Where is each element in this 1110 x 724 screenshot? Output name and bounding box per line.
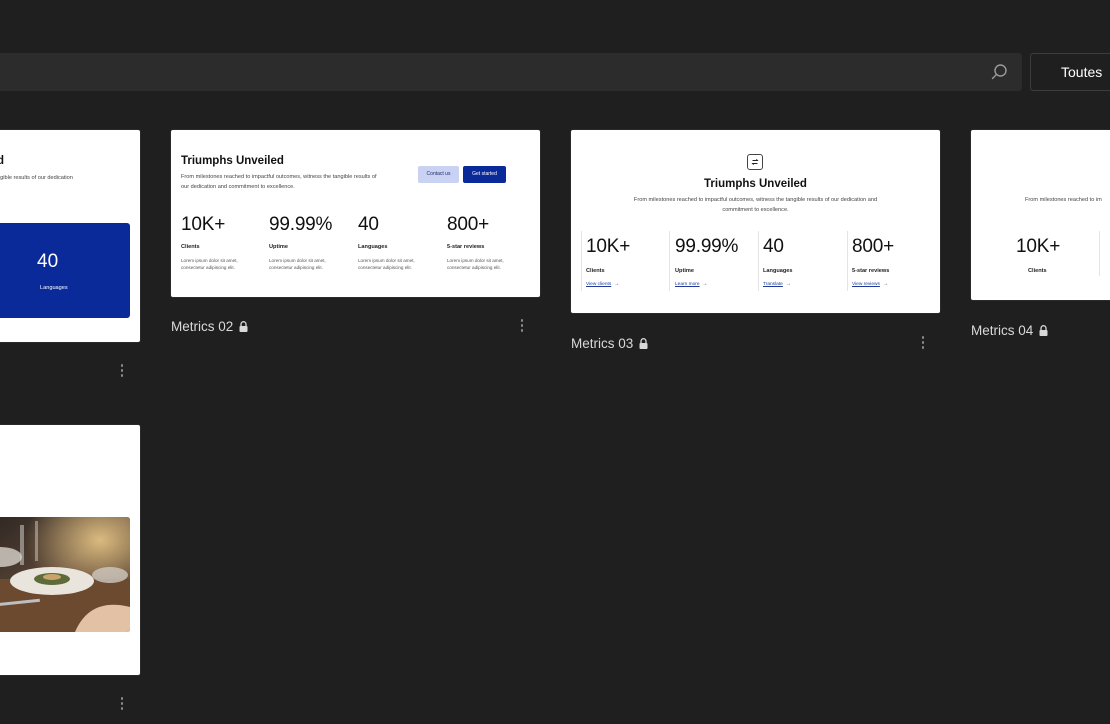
lock-icon (639, 338, 648, 349)
stat-value: 10K+ (586, 236, 631, 257)
stat-label: Uptime (675, 268, 694, 274)
swap-icon (747, 154, 763, 170)
preview-description: From milestones reached to im (1025, 197, 1102, 203)
stat-link: Translate → (763, 282, 791, 287)
lock-icon (239, 321, 248, 332)
preview-title: Triumphs Unveiled (704, 178, 807, 190)
card-name: Metrics 03 (571, 336, 634, 351)
pattern-card-metrics-01[interactable]: d ngible results of our dedication 40 La… (0, 130, 140, 342)
stat-divider (669, 231, 670, 291)
stat-label: Clients (1028, 268, 1047, 274)
highlight-value: 40 (37, 251, 59, 272)
stat-value: 99.99% (675, 236, 739, 257)
stat-label: 5-star reviews (447, 244, 485, 250)
get-started-button: Get started (463, 166, 506, 183)
stat-value: 10K+ (1016, 236, 1061, 257)
stat-link: View clients → (586, 282, 620, 287)
pattern-card-metrics-03[interactable]: Triumphs Unveiled From milestones reache… (571, 130, 940, 313)
stat-value: 10K+ (181, 214, 226, 235)
stat-value: 800+ (852, 236, 894, 257)
stat-label: Clients (586, 268, 605, 274)
card-name: Metrics 04 (971, 323, 1034, 338)
stat-divider (847, 231, 848, 291)
stat-description: Lorem ipsum dolor sit amet, consectetur … (181, 258, 238, 270)
stat-divider (758, 231, 759, 291)
contact-us-button: Contact us (418, 166, 459, 183)
stat-label: Languages (358, 244, 388, 250)
lock-icon (1039, 325, 1048, 336)
stat-value: 40 (763, 236, 784, 257)
highlight-stat-box: 40 Languages (0, 223, 130, 318)
filter-label: Toutes (1061, 64, 1103, 80)
restaurant-photo (0, 517, 130, 632)
preview-description: From milestones reached to impactful out… (633, 197, 878, 213)
preview-title: d (0, 155, 5, 167)
stat-value: 40 (358, 214, 379, 235)
stat-description: Lorem ipsum dolor sit amet, consectetur … (358, 258, 415, 270)
stat-label: Uptime (269, 244, 288, 250)
stat-value: 99.99% (269, 214, 333, 235)
stat-link: View reviews → (852, 282, 888, 287)
stat-description: Lorem ipsum dolor sit amet, consectetur … (447, 258, 504, 270)
stat-label: Clients (181, 244, 200, 250)
card-title[interactable]: Metrics 04 (971, 323, 1048, 338)
preview-description: From milestones reached to impactful out… (181, 174, 377, 190)
stat-divider (581, 231, 582, 291)
filter-dropdown[interactable]: Toutes (1030, 53, 1110, 91)
stat-label: Languages (763, 268, 793, 274)
search-icon[interactable] (989, 62, 1009, 82)
stat-link: Learn more → (675, 282, 708, 287)
pattern-card-metrics-04[interactable]: From milestones reached to im 10K+ Clien… (971, 130, 1110, 300)
more-options-icon[interactable] (119, 697, 125, 713)
highlight-label: Languages (40, 285, 68, 291)
search-input[interactable] (0, 53, 1022, 91)
pattern-card-image[interactable] (0, 425, 140, 675)
stat-value: 800+ (447, 214, 489, 235)
card-name: Metrics 02 (171, 319, 234, 334)
stat-description: Lorem ipsum dolor sit amet, consectetur … (269, 258, 326, 270)
more-options-icon[interactable] (920, 336, 926, 352)
stat-divider (1099, 231, 1100, 276)
more-options-icon[interactable] (119, 364, 125, 380)
more-options-icon[interactable] (519, 319, 525, 335)
pattern-card-metrics-02[interactable]: Triumphs Unveiled From milestones reache… (171, 130, 540, 297)
preview-description: ngible results of our dedication (0, 175, 73, 181)
card-title[interactable]: Metrics 02 (171, 319, 248, 334)
card-title[interactable]: Metrics 03 (571, 336, 648, 351)
preview-title: Triumphs Unveiled (181, 155, 284, 167)
stat-label: 5-star reviews (852, 268, 890, 274)
